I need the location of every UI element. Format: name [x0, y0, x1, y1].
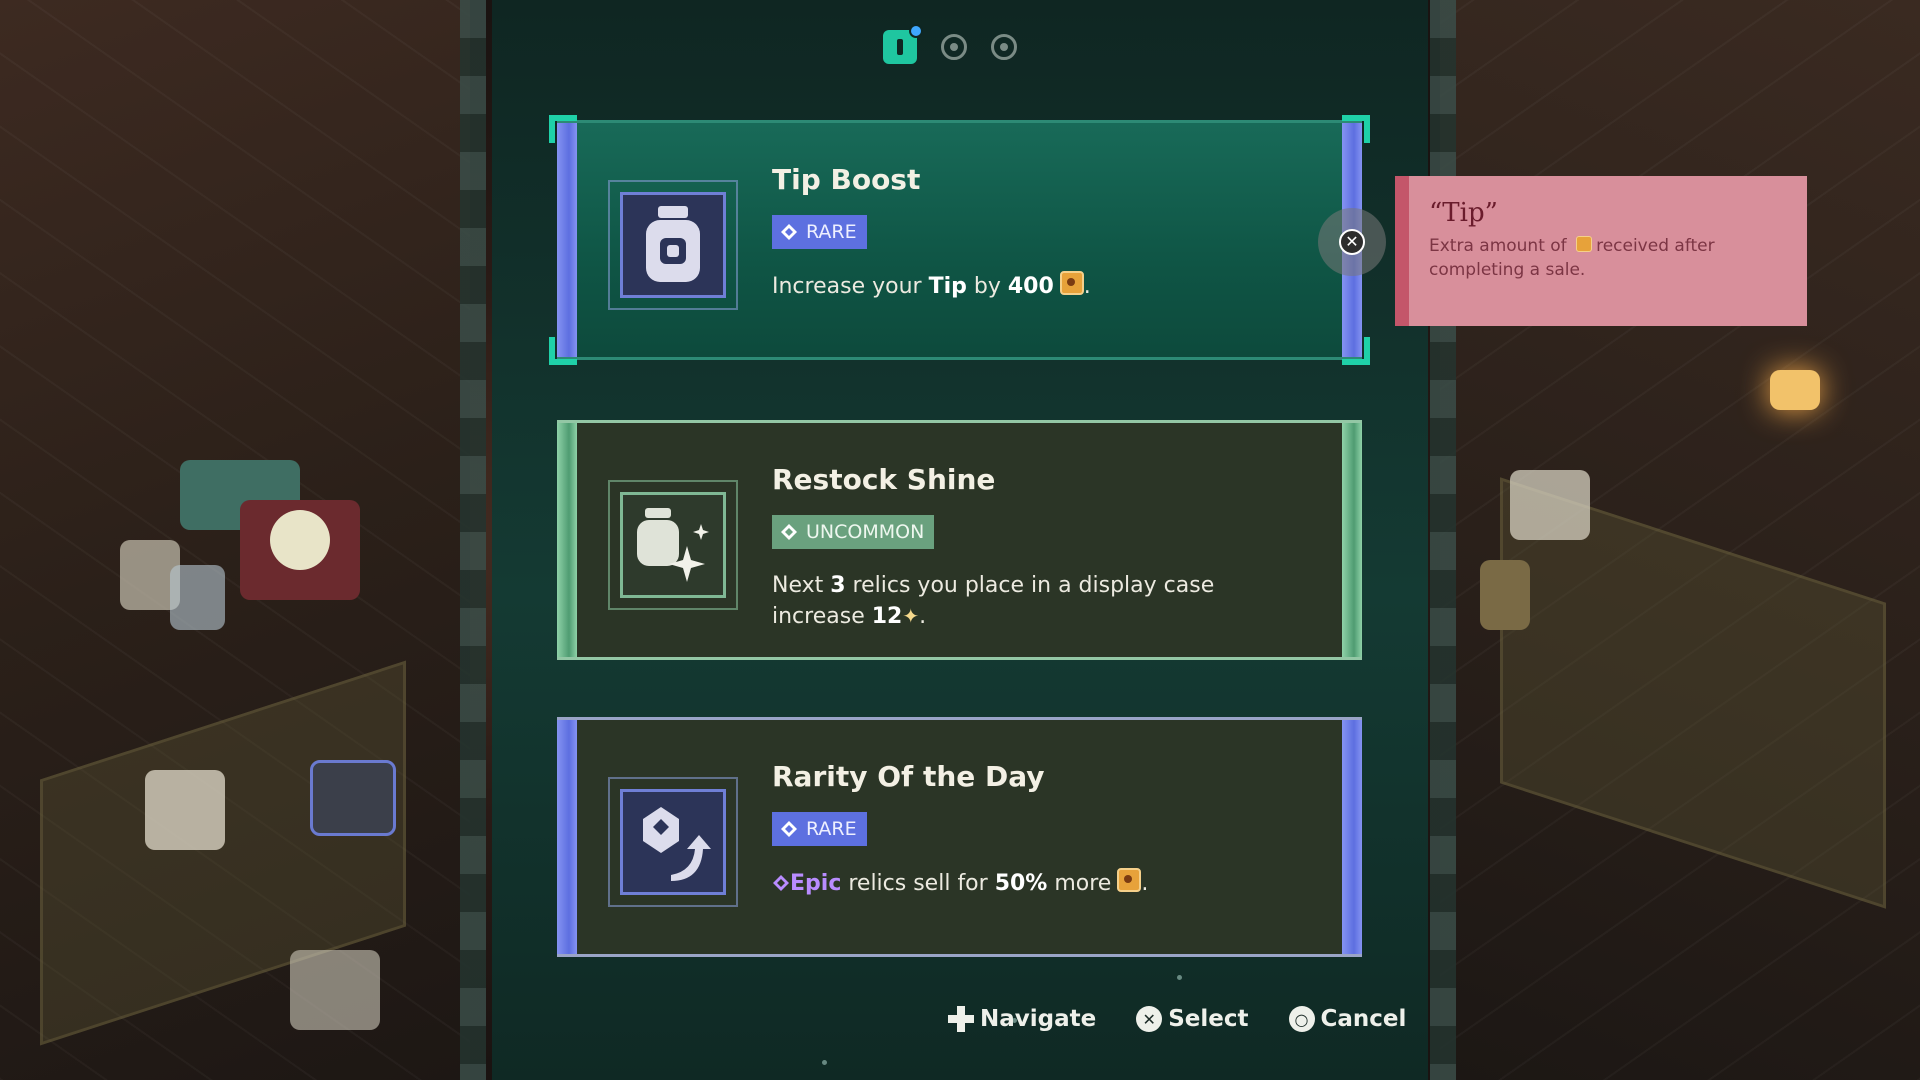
rarity-gem-icon [781, 821, 797, 837]
epic-gem-icon [773, 875, 789, 891]
panel-edge-right [1430, 0, 1456, 1080]
close-tooltip-button[interactable]: ✕ [1318, 208, 1386, 276]
upgrade-card-tip-boost[interactable]: Tip Boost RARE Increase your Tip by 400. [549, 115, 1370, 365]
navigate-label: Navigate [980, 1006, 1097, 1032]
card-description: Epic relics sell for 50% more. [772, 868, 1302, 899]
select-label: Select [1168, 1006, 1249, 1032]
page-indicator-active[interactable] [883, 24, 923, 64]
circle-button-icon: ○ [1288, 1006, 1315, 1032]
panel-edge-left [460, 0, 486, 1080]
card-rarity-bar [1342, 423, 1362, 657]
cancel-hint[interactable]: ○ Cancel [1288, 1006, 1407, 1032]
plush-prop [270, 510, 330, 570]
cross-button-icon: ✕ [1136, 1006, 1163, 1032]
page-indicator-dot[interactable] [991, 34, 1017, 60]
select-hint[interactable]: ✕ Select [1136, 1006, 1249, 1032]
page-indicator [883, 24, 1017, 64]
card-rarity-bar [557, 123, 577, 357]
tooltip-title: “Tip” [1429, 198, 1498, 228]
coin-icon [1117, 868, 1142, 892]
display-case-prop [145, 770, 225, 850]
rarity-gem-icon [781, 524, 797, 540]
card-icon-frame [608, 180, 738, 310]
term-tooltip: “Tip” Extra amount of received after com… [1395, 176, 1807, 326]
lamp-prop [1770, 370, 1820, 410]
rarity-label: UNCOMMON [806, 521, 925, 543]
rarity-label: RARE [806, 221, 857, 243]
card-title: Rarity Of the Day [772, 760, 1045, 793]
rarity-gem-icon [781, 224, 797, 240]
card-icon-frame [608, 777, 738, 907]
card-title: Restock Shine [772, 463, 996, 496]
selection-bracket [549, 337, 577, 365]
card-rarity-bar [557, 720, 577, 954]
display-case-prop [1510, 470, 1590, 540]
cross-button-icon: ✕ [1339, 229, 1365, 255]
rarity-upgrade-icon [620, 789, 726, 895]
shine-sparkle-icon: ✦ [902, 604, 920, 628]
upgrade-card-rarity-of-the-day[interactable]: Rarity Of the Day RARE Epic relics sell … [557, 717, 1362, 957]
card-description: Increase your Tip by 400. [772, 271, 1302, 302]
rarity-badge: RARE [772, 215, 867, 249]
navigate-hint[interactable]: Navigate [948, 1006, 1096, 1032]
card-title: Tip Boost [772, 163, 921, 196]
card-rarity-bar [557, 423, 577, 657]
rarity-badge: UNCOMMON [772, 515, 935, 549]
display-case-prop [290, 950, 380, 1030]
sparkle-jar-icon [620, 492, 726, 598]
selection-bracket [1342, 115, 1370, 143]
drum-prop [310, 760, 396, 836]
page-indicator-dot[interactable] [941, 34, 967, 60]
tooltip-description: Extra amount of received after completin… [1429, 236, 1715, 280]
card-icon-frame [608, 480, 738, 610]
upgrade-card-restock-shine[interactable]: Restock Shine UNCOMMON Next 3 relics you… [557, 420, 1362, 660]
jar-icon [620, 192, 726, 298]
coin-icon [1059, 271, 1084, 295]
cancel-label: Cancel [1320, 1006, 1407, 1032]
rarity-badge: RARE [772, 812, 867, 846]
figurine-prop [1480, 560, 1530, 630]
card-rarity-bar [1342, 720, 1362, 954]
rarity-label: RARE [806, 818, 857, 840]
control-hints: Navigate ✕ Select ○ Cancel [948, 1006, 1406, 1032]
coin-icon [1576, 236, 1593, 252]
selection-bracket [1342, 337, 1370, 365]
card-description: Next 3 relics you place in a display cas… [772, 573, 1215, 629]
glass-jar-prop [170, 565, 225, 630]
dpad-icon [948, 1006, 974, 1032]
selection-bracket [549, 115, 577, 143]
